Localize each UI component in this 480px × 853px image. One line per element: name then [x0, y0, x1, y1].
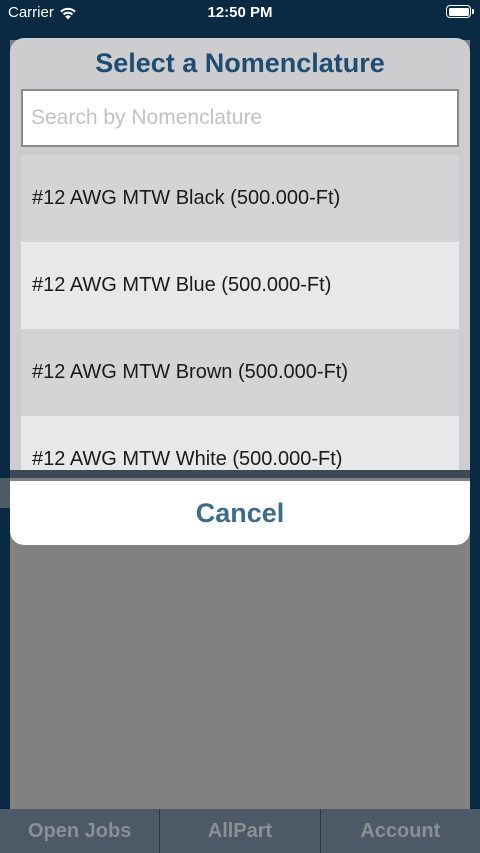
tab-open-jobs[interactable]: Open Jobs — [0, 809, 160, 853]
nomenclature-list[interactable]: #12 AWG MTW Black (500.000-Ft) #12 AWG M… — [21, 155, 459, 470]
list-item-label: #12 AWG MTW Brown (500.000-Ft) — [32, 361, 349, 383]
list-item[interactable]: #12 AWG MTW Black (500.000-Ft) — [21, 155, 459, 242]
battery-icon — [446, 5, 474, 18]
tab-allpart[interactable]: AllPart — [159, 809, 320, 853]
list-item-label: #12 AWG MTW Blue (500.000-Ft) — [32, 274, 332, 296]
status-time: 12:50 PM — [207, 4, 273, 21]
nomenclature-picker-sheet: Select a Nomenclature #12 AWG MTW Black … — [10, 38, 470, 470]
nomenclature-search-input[interactable] — [21, 89, 459, 147]
cancel-button[interactable]: Cancel — [10, 481, 470, 545]
list-item[interactable]: #12 AWG MTW White (500.000-Ft) — [21, 416, 459, 470]
sheet-title: Select a Nomenclature — [95, 48, 385, 78]
list-item[interactable]: #12 AWG MTW Brown (500.000-Ft) — [21, 329, 459, 416]
list-item[interactable]: #12 AWG MTW Blue (500.000-Ft) — [21, 242, 459, 329]
tab-bar: Open Jobs AllPart Account — [0, 809, 480, 853]
list-item-label: #12 AWG MTW Black (500.000-Ft) — [32, 187, 341, 209]
list-item-label: #12 AWG MTW White (500.000-Ft) — [32, 448, 343, 470]
status-bar: Carrier 12:50 PM — [0, 0, 480, 26]
tab-account[interactable]: Account — [319, 809, 480, 853]
